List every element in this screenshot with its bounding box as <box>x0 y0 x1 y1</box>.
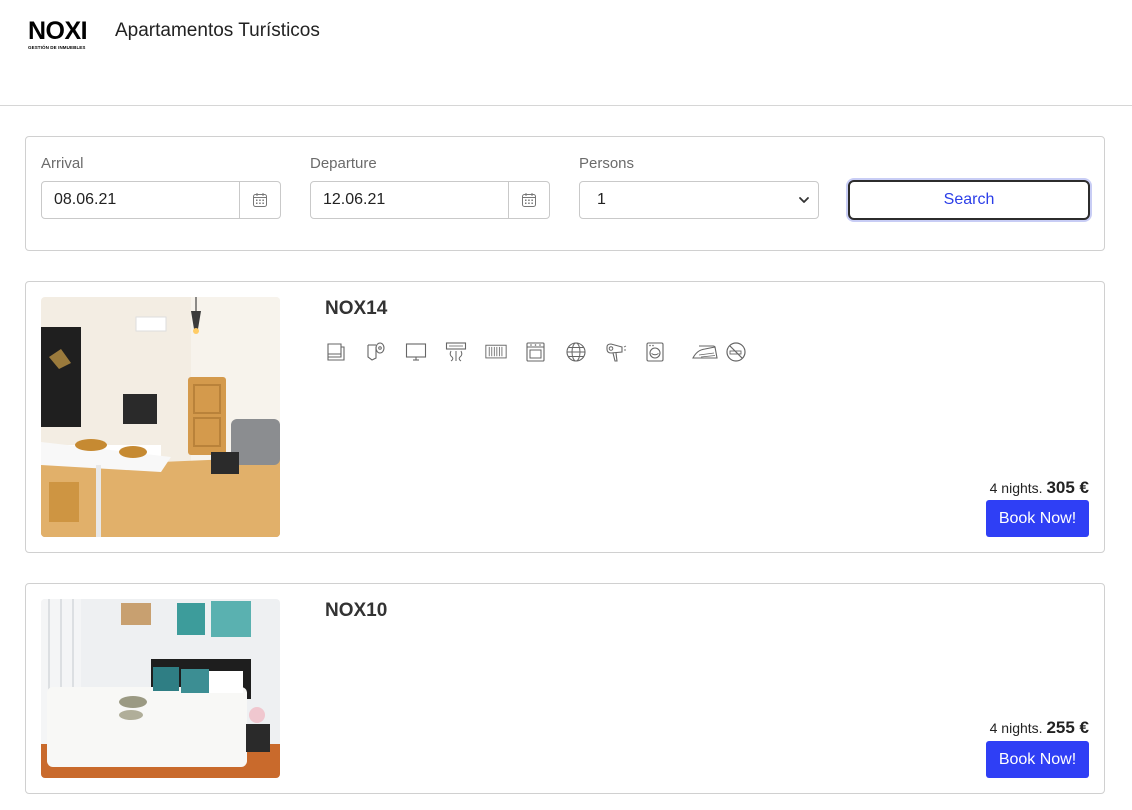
departure-calendar-button[interactable] <box>508 182 549 218</box>
book-now-button[interactable]: Book Now! <box>986 741 1089 778</box>
site-title: Apartamentos Turísticos <box>115 20 320 41</box>
towel-icon <box>327 343 345 361</box>
persons-label: Persons <box>579 155 635 172</box>
departure-date-input[interactable] <box>311 182 508 218</box>
arrival-date-group <box>41 181 281 219</box>
total-price: 305 € <box>1046 478 1089 497</box>
toilet-paper-icon <box>367 342 385 361</box>
arrival-label: Arrival <box>41 155 84 172</box>
chevron-down-icon <box>799 197 809 203</box>
search-panel: Arrival Departure Persons 1 <box>25 136 1105 251</box>
hair-dryer-icon <box>606 343 627 362</box>
heater-icon <box>485 344 507 359</box>
calendar-icon <box>522 193 536 207</box>
price-summary: 4 nights. 255 € <box>990 718 1089 738</box>
site-header: NOXI GESTIÓN DE INMUEBLES Apartamentos T… <box>0 0 1132 106</box>
arrival-date-input[interactable] <box>42 182 239 218</box>
nights-count: 4 nights. <box>989 720 1043 736</box>
arrival-calendar-button[interactable] <box>239 182 280 218</box>
nights-count: 4 nights. <box>989 480 1043 496</box>
listing-card-nox10: NOX10 4 nights. 255 € Book Now! <box>25 583 1105 794</box>
listing-photo-living-room[interactable] <box>41 297 280 537</box>
price-summary: 4 nights. 305 € <box>990 478 1089 498</box>
washing-machine-icon <box>646 342 664 362</box>
listing-card-nox14: NOX14 4 nights. 305 € Book Now! <box>25 281 1105 553</box>
logo-subtext: GESTIÓN DE INMUEBLES <box>28 45 86 50</box>
wifi-globe-icon <box>566 342 586 362</box>
persons-select[interactable]: 1 <box>579 181 819 219</box>
tv-icon <box>405 343 427 361</box>
listing-name[interactable]: NOX14 <box>325 298 387 320</box>
departure-date-group <box>310 181 550 219</box>
departure-label: Departure <box>310 155 377 172</box>
calendar-icon <box>253 193 267 207</box>
noxi-logo[interactable]: NOXI GESTIÓN DE INMUEBLES <box>28 18 92 58</box>
no-smoking-icon <box>726 342 746 362</box>
oven-icon <box>526 342 545 362</box>
search-button[interactable]: Search <box>848 180 1090 220</box>
persons-select-value: 1 <box>597 191 606 208</box>
total-price: 255 € <box>1046 718 1089 737</box>
listing-name[interactable]: NOX10 <box>325 600 387 622</box>
air-conditioning-icon <box>445 342 467 362</box>
book-now-button[interactable]: Book Now! <box>986 500 1089 537</box>
logo-text: NOXI <box>28 17 88 45</box>
iron-icon <box>692 345 718 359</box>
listing-photo-bedroom[interactable] <box>41 599 280 778</box>
